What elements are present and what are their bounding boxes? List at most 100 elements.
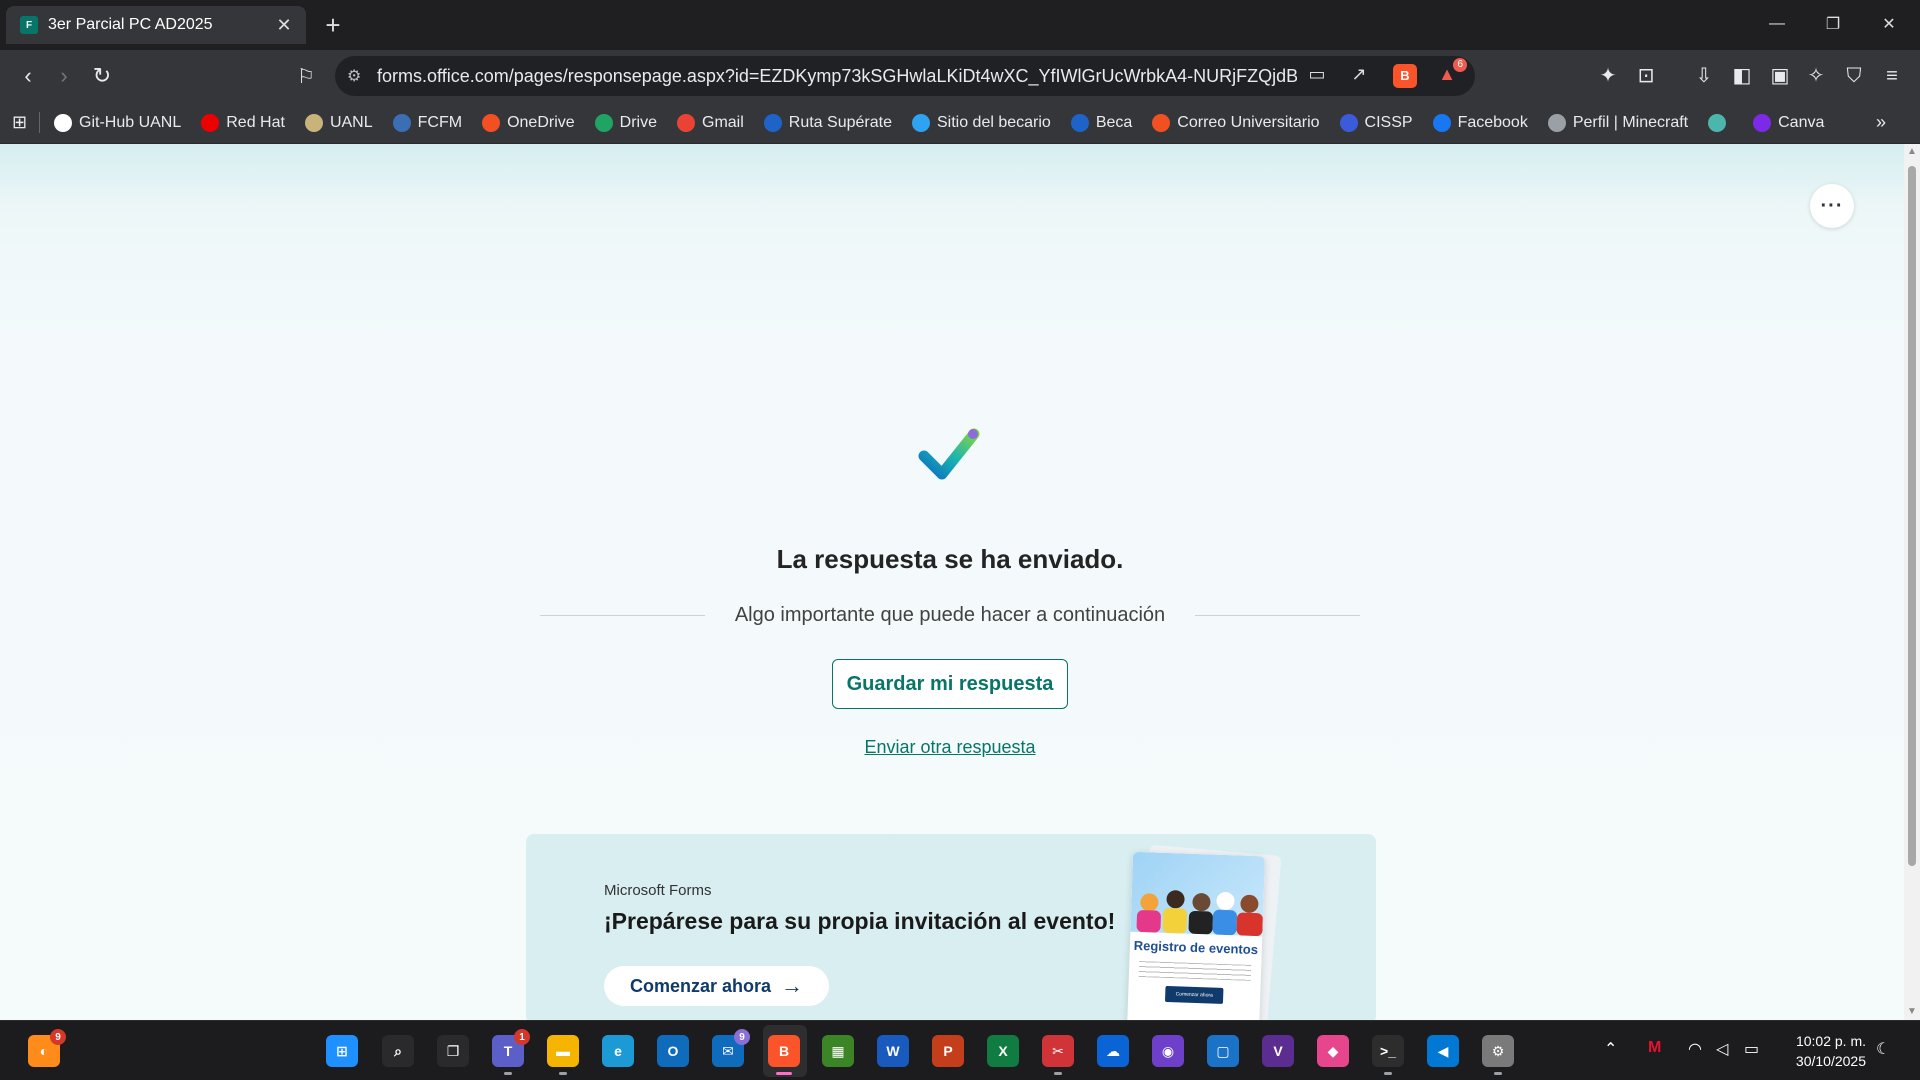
wallet-icon[interactable]: ▣ (1766, 62, 1794, 90)
settings-icon[interactable]: ⚙ (1482, 1035, 1514, 1075)
promo-title: ¡Prepárese para su propia invitación al … (604, 908, 1116, 934)
edge-icon[interactable]: e (602, 1035, 634, 1067)
scroll-down-icon[interactable]: ▼ (1906, 1006, 1918, 1018)
bookmark-label: Canva (1778, 113, 1825, 131)
running-indicator (1494, 1072, 1502, 1075)
scroll-up-icon[interactable]: ▲ (1906, 146, 1918, 158)
more-options-button[interactable]: ··· (1810, 184, 1854, 228)
powerpoint-icon[interactable]: P (932, 1035, 964, 1067)
file-explorer-icon[interactable]: ▬ (547, 1035, 579, 1075)
menu-icon[interactable]: ≡ (1878, 62, 1906, 90)
submit-another-link-text[interactable]: Enviar otra respuesta (864, 737, 1035, 757)
bookmark-label: FCFM (417, 113, 463, 131)
forward-button[interactable]: › (50, 62, 78, 90)
brave-shields-icon[interactable]: B (1393, 64, 1417, 88)
vscode-icon[interactable]: ◀ (1427, 1035, 1459, 1067)
cast-icon[interactable]: ▭ (1305, 64, 1329, 88)
show-hidden-icons-icon[interactable]: ⌃ (1604, 1039, 1617, 1059)
bookmark-cissp[interactable]: CISSP (1339, 113, 1413, 132)
outlook-icon[interactable]: O (657, 1035, 689, 1067)
new-tab-button[interactable]: + (318, 10, 348, 40)
address-bar[interactable]: ⚙ forms.office.com/pages/responsepage.as… (335, 56, 1475, 96)
get-started-label: Comenzar ahora (630, 975, 772, 996)
promo-brand: Microsoft Forms (604, 882, 712, 899)
bookmark-label: Ruta Supérate (788, 113, 892, 131)
bookmark-red-hat[interactable]: Red Hat (201, 113, 285, 132)
extensions-icon[interactable]: ✦ (1594, 62, 1622, 90)
apps-grid-icon[interactable]: ⊞ (12, 112, 40, 133)
minecraft-icon[interactable]: ▦ (822, 1035, 854, 1067)
close-window-button[interactable]: ✕ (1866, 8, 1912, 40)
checkmark-icon (918, 428, 980, 480)
bookmark-uanl[interactable]: UANL (304, 113, 373, 132)
browser-tab[interactable]: F 3er Parcial PC AD2025 ✕ (6, 6, 306, 44)
facebook-icon (1432, 113, 1451, 132)
system-clock[interactable]: 10:02 p. m. 30/10/2025 (1796, 1031, 1866, 1071)
vpn-icon[interactable]: ⛉ (1840, 62, 1868, 90)
brave-rewards-icon[interactable]: ▲ 6 (1435, 58, 1467, 88)
downloads-icon[interactable]: ⇩ (1690, 62, 1718, 90)
bookmark-perfil-minecraft[interactable]: Perfil | Minecraft (1547, 113, 1688, 132)
terminal-icon[interactable]: >_ (1372, 1035, 1404, 1075)
mcafee-icon[interactable]: M (1648, 1039, 1661, 1057)
minimize-button[interactable]: — (1754, 8, 1800, 40)
bookmark-correo-universitario[interactable]: Correo Universitario (1152, 113, 1320, 132)
bookmark-icon[interactable]: ⚐ (292, 62, 320, 90)
teams-icon[interactable]: T1 (492, 1029, 530, 1075)
scrollbar-thumb[interactable] (1908, 166, 1916, 866)
visual-studio-icon[interactable]: V (1262, 1035, 1294, 1067)
bookmark-drive[interactable]: Drive (594, 113, 657, 132)
running-indicator (559, 1072, 567, 1075)
mail-icon[interactable]: ✉ 9 (712, 1029, 750, 1067)
event-registration-card: Registro de eventos Comenzar ahora (1126, 851, 1266, 1020)
bookmark-label: Beca (1095, 113, 1133, 131)
notifications-icon[interactable]: ☾ (1876, 1039, 1890, 1059)
bookmark-onedrive[interactable]: OneDrive (482, 113, 575, 132)
excel-icon[interactable]: X (987, 1035, 1019, 1067)
url-text[interactable]: forms.office.com/pages/responsepage.aspx… (377, 66, 1297, 87)
divider-right (1195, 615, 1360, 616)
page-scrollbar[interactable]: ▲ ▼ (1904, 144, 1920, 1020)
reader-mode-icon[interactable]: ⊡ (1632, 62, 1660, 90)
more-bookmarks-icon[interactable]: » (1876, 112, 1886, 133)
sidebar-icon[interactable]: ◧ (1728, 62, 1756, 90)
word-icon[interactable]: W (877, 1035, 909, 1067)
arrow-right-icon: → (781, 973, 804, 998)
bookmark-fcfm[interactable]: FCFM (392, 113, 463, 132)
copilot-icon[interactable]: ◆ (1317, 1035, 1349, 1067)
brave-icon[interactable]: B (768, 1035, 800, 1075)
bookmark-sitio-del-becario[interactable]: Sitio del becario (911, 113, 1051, 132)
bookmark-facebook[interactable]: Facebook (1432, 113, 1528, 132)
share-icon[interactable]: ↗ (1347, 64, 1371, 88)
reload-button[interactable]: ↻ (88, 62, 116, 90)
save-response-button[interactable]: Guardar mi respuesta (832, 659, 1068, 709)
close-tab-icon[interactable]: ✕ (272, 15, 296, 36)
bookmark-git-hub-uanl[interactable]: Git-Hub UANL (54, 113, 181, 132)
get-started-button[interactable]: Comenzar ahora → (604, 966, 830, 1006)
bookmark-canva[interactable]: Canva (1753, 113, 1825, 132)
bookmark-ruta-sup-rate[interactable]: Ruta Supérate (763, 113, 892, 132)
bookmark-beca[interactable]: Beca (1070, 113, 1133, 132)
bookmark-classroom[interactable] (1708, 113, 1733, 132)
leo-ai-icon[interactable]: ✧ (1802, 62, 1830, 90)
search-icon[interactable]: ⌕ (382, 1035, 414, 1067)
task-view-icon[interactable]: ❐ (437, 1035, 469, 1067)
battery-icon[interactable]: ▭ (1744, 1039, 1759, 1059)
start-icon[interactable]: ⊞ (326, 1035, 358, 1067)
restore-button[interactable]: ❐ (1810, 8, 1856, 40)
tab-title: 3er Parcial PC AD2025 (48, 16, 213, 33)
onedrive-icon[interactable]: ☁ (1097, 1035, 1129, 1067)
widgets-icon[interactable]: ◐ 9 (28, 1029, 66, 1067)
microsoft-icon (482, 113, 501, 132)
bookmark-gmail[interactable]: Gmail (677, 113, 744, 132)
back-button[interactable]: ‹ (14, 62, 42, 90)
gmail-icon (677, 113, 695, 132)
wifi-icon[interactable]: ◠ (1688, 1039, 1702, 1059)
running-indicator (776, 1072, 792, 1075)
volume-icon[interactable]: ◁ (1716, 1039, 1728, 1059)
site-settings-icon[interactable]: ⚙ (347, 66, 377, 86)
github-desktop-icon[interactable]: ◉ (1152, 1035, 1184, 1067)
github-icon (54, 113, 72, 132)
snipping-tool-icon[interactable]: ✂ (1042, 1035, 1074, 1075)
virtualbox-icon[interactable]: ▢ (1207, 1035, 1239, 1067)
